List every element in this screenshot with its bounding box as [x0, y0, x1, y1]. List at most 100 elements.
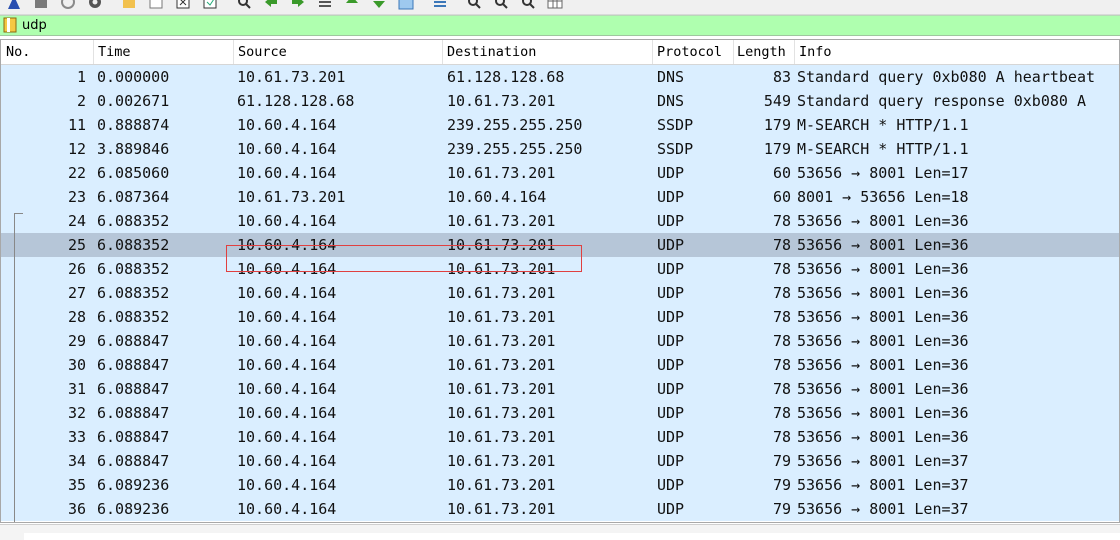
go-back-icon[interactable] [263, 0, 279, 10]
reload-icon[interactable] [202, 0, 218, 10]
column-divider[interactable] [733, 40, 734, 64]
open-folder-icon[interactable] [121, 0, 137, 10]
colorize-icon[interactable] [432, 0, 448, 10]
packet-destination-cell: 10.60.4.164 [447, 188, 547, 206]
packet-length-cell: 78 [772, 356, 791, 374]
zoom-in-icon[interactable] [466, 0, 482, 10]
packet-row[interactable]: 30 6.088847 10.60.4.164 10.61.73.201 UDP 78 53… [1, 353, 1119, 377]
packet-source-cell: 10.61.73.201 [237, 68, 346, 86]
display-filter-input[interactable] [22, 16, 1112, 35]
packet-protocol-cell: UDP [657, 164, 685, 182]
close-file-icon[interactable] [175, 0, 191, 10]
packet-info-cell: 53656 → 8001 Len=36 [797, 284, 969, 302]
zoom-normal-icon[interactable] [520, 0, 536, 10]
resize-columns-icon[interactable] [547, 0, 563, 10]
column-header-length[interactable]: Length [737, 40, 792, 64]
packet-row[interactable]: 25 6.088352 10.60.4.164 10.61.73.201 UDP 78 53… [1, 233, 1119, 257]
packet-row[interactable]: 1 0.000000 10.61.73.201 61.128.128.68 DNS 83 S… [1, 65, 1119, 89]
stop-icon[interactable] [33, 0, 49, 10]
packet-length-cell: 179 [763, 140, 791, 158]
packet-info-cell: 53656 → 8001 Len=17 [797, 164, 969, 182]
bookmark-icon[interactable] [2, 17, 18, 33]
packet-row[interactable]: 36 6.089236 10.60.4.164 10.61.73.201 UDP 79 53… [1, 497, 1119, 521]
packet-protocol-cell: UDP [657, 308, 685, 326]
column-header-protocol[interactable]: Protocol [657, 40, 732, 64]
find-icon[interactable] [236, 0, 252, 10]
packet-info-cell: 53656 → 8001 Len=36 [797, 356, 969, 374]
packet-length-cell: 179 [763, 116, 791, 134]
column-divider[interactable] [233, 40, 234, 64]
packet-source-cell: 10.60.4.164 [237, 332, 337, 350]
packet-length-cell: 78 [772, 260, 791, 278]
packet-time-cell: 6.088352 [97, 308, 170, 326]
packet-no-cell: 22 [67, 164, 86, 182]
packet-row[interactable]: 27 6.088352 10.60.4.164 10.61.73.201 UDP 78 53… [1, 281, 1119, 305]
packet-source-cell: 10.60.4.164 [237, 500, 337, 518]
packet-protocol-cell: SSDP [657, 116, 694, 134]
options-gear-icon[interactable] [87, 0, 103, 10]
go-last-icon[interactable] [371, 0, 387, 10]
packet-row[interactable]: 11 0.888874 10.60.4.164 239.255.255.250 SSDP… [1, 113, 1119, 137]
packet-no-cell: 2 [76, 92, 86, 110]
packet-destination-cell: 10.61.73.201 [447, 260, 556, 278]
go-forward-icon[interactable] [290, 0, 306, 10]
save-icon[interactable] [148, 0, 164, 10]
column-header-destination[interactable]: Destination [447, 40, 647, 64]
packet-time-cell: 6.088847 [97, 332, 170, 350]
packet-source-cell: 10.60.4.164 [237, 428, 337, 446]
packet-source-cell: 10.60.4.164 [237, 452, 337, 470]
column-header-source[interactable]: Source [238, 40, 438, 64]
shark-fin-icon[interactable] [6, 0, 22, 10]
packet-source-cell: 61.128.128.68 [237, 92, 355, 110]
column-header-info[interactable]: Info [799, 40, 1099, 64]
packet-row[interactable]: 12 3.889846 10.60.4.164 239.255.255.250 SSDP… [1, 137, 1119, 161]
packet-source-cell: 10.60.4.164 [237, 140, 337, 158]
go-to-packet-icon[interactable] [317, 0, 333, 10]
packet-destination-cell: 10.61.73.201 [447, 380, 556, 398]
packet-length-cell: 60 [772, 164, 791, 182]
packet-destination-cell: 10.61.73.201 [447, 212, 556, 230]
zoom-out-icon[interactable] [493, 0, 509, 10]
column-divider[interactable] [93, 40, 94, 64]
packet-source-cell: 10.60.4.164 [237, 284, 337, 302]
packet-row[interactable]: 29 6.088847 10.60.4.164 10.61.73.201 UDP 78 53… [1, 329, 1119, 353]
packet-destination-cell: 10.61.73.201 [447, 356, 556, 374]
packet-row[interactable]: 28 6.088352 10.60.4.164 10.61.73.201 UDP 78 53… [1, 305, 1119, 329]
packet-row[interactable]: 33 6.088847 10.60.4.164 10.61.73.201 UDP 78 53… [1, 425, 1119, 449]
packet-length-cell: 83 [772, 68, 791, 86]
autoscroll-icon[interactable] [398, 0, 414, 10]
go-first-icon[interactable] [344, 0, 360, 10]
packet-no-cell: 12 [67, 140, 86, 158]
packet-protocol-cell: UDP [657, 260, 685, 278]
packet-length-cell: 78 [772, 404, 791, 422]
packet-info-cell: 53656 → 8001 Len=37 [797, 476, 969, 494]
packet-time-cell: 6.088352 [97, 284, 170, 302]
packet-time-cell: 6.088352 [97, 260, 170, 278]
column-divider[interactable] [442, 40, 443, 64]
column-header-time[interactable]: Time [98, 40, 228, 64]
packet-row[interactable]: 32 6.088847 10.60.4.164 10.61.73.201 UDP 78 53… [1, 401, 1119, 425]
packet-row[interactable]: 24 6.088352 10.60.4.164 10.61.73.201 UDP 78 53… [1, 209, 1119, 233]
packet-details-pane[interactable] [0, 524, 1120, 540]
packet-destination-cell: 10.61.73.201 [447, 164, 556, 182]
packet-source-cell: 10.60.4.164 [237, 404, 337, 422]
column-header-no[interactable]: No. [6, 40, 91, 64]
packet-row[interactable]: 31 6.088847 10.60.4.164 10.61.73.201 UDP 78 53… [1, 377, 1119, 401]
packet-row[interactable]: 22 6.085060 10.60.4.164 10.61.73.201 UDP 60 53… [1, 161, 1119, 185]
packet-row[interactable]: 34 6.088847 10.60.4.164 10.61.73.201 UDP 79 53… [1, 449, 1119, 473]
packet-length-cell: 60 [772, 188, 791, 206]
packet-protocol-cell: UDP [657, 356, 685, 374]
packet-length-cell: 78 [772, 308, 791, 326]
packet-source-cell: 10.60.4.164 [237, 212, 337, 230]
column-divider[interactable] [652, 40, 653, 64]
column-divider[interactable] [794, 40, 795, 64]
packet-protocol-cell: UDP [657, 500, 685, 518]
restart-icon[interactable] [60, 0, 76, 10]
packet-row[interactable]: 35 6.089236 10.60.4.164 10.61.73.201 UDP 79 53… [1, 473, 1119, 497]
packet-length-cell: 79 [772, 476, 791, 494]
packet-row[interactable]: 2 0.002671 61.128.128.68 10.61.73.201 DNS 549… [1, 89, 1119, 113]
packet-row[interactable]: 23 6.087364 10.61.73.201 10.60.4.164 UDP 60 80… [1, 185, 1119, 209]
packet-time-cell: 6.088847 [97, 356, 170, 374]
packet-row[interactable]: 26 6.088352 10.60.4.164 10.61.73.201 UDP 78 53… [1, 257, 1119, 281]
packet-destination-cell: 10.61.73.201 [447, 404, 556, 422]
